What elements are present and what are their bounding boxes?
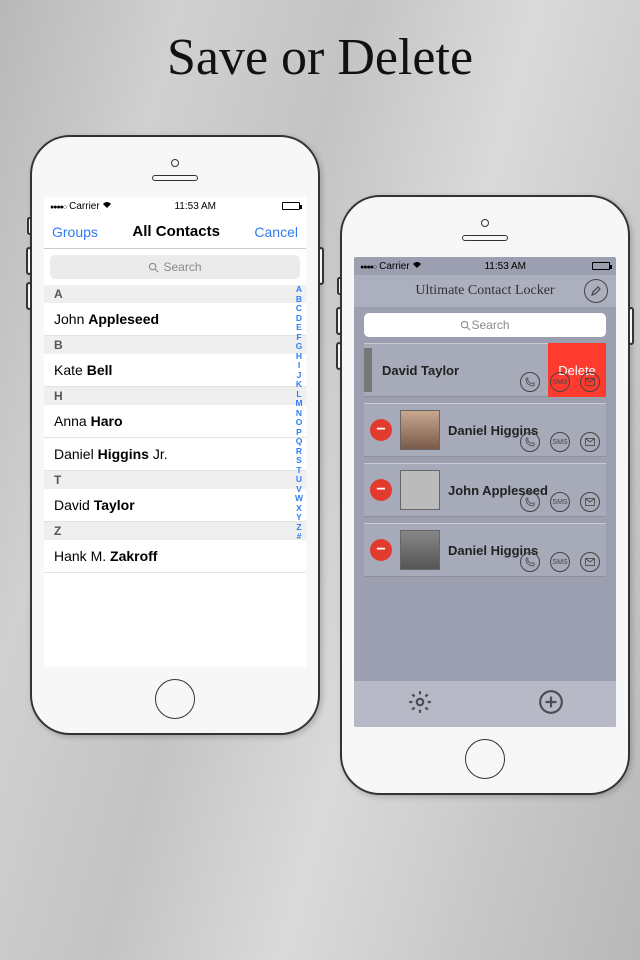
contact-row[interactable]: Anna Haro (44, 405, 306, 438)
carrier-label: Carrier (50, 201, 112, 212)
app-header: Ultimate Contact Locker (354, 275, 616, 307)
groups-button[interactable]: Groups (52, 224, 98, 240)
sms-button[interactable]: SMS (550, 432, 570, 452)
phone-icon (525, 497, 535, 507)
remove-button[interactable]: − (370, 419, 392, 441)
call-button[interactable] (520, 492, 540, 512)
section-header: A (44, 285, 306, 303)
envelope-icon (585, 438, 595, 446)
locker-contact-card[interactable]: −Daniel HigginsSMS (364, 523, 606, 577)
status-time: 11:53 AM (422, 261, 588, 272)
email-button[interactable] (580, 492, 600, 512)
envelope-icon (585, 498, 595, 506)
search-placeholder: Search (471, 318, 509, 332)
remove-button[interactable]: − (370, 479, 392, 501)
navbar: Groups All Contacts Cancel (44, 215, 306, 249)
contacts-list[interactable]: AJohn AppleseedBKate BellHAnna HaroDanie… (44, 285, 306, 573)
settings-button[interactable] (407, 689, 433, 720)
section-header: T (44, 471, 306, 489)
locker-list[interactable]: David TaylorSMSDelete−Daniel HigginsSMS−… (354, 343, 616, 577)
email-button[interactable] (580, 372, 600, 392)
call-button[interactable] (520, 552, 540, 572)
phone-frame-left: Carrier 11:53 AM Groups All Contacts Can… (30, 135, 320, 735)
phone-icon (525, 377, 535, 387)
status-bar: Carrier 11:53 AM (354, 257, 616, 275)
screen-contacts: Carrier 11:53 AM Groups All Contacts Can… (44, 197, 306, 667)
locker-contact-card[interactable]: −John AppleseedSMS (364, 463, 606, 517)
status-time: 11:53 AM (112, 201, 278, 212)
section-header: H (44, 387, 306, 405)
search-icon (460, 320, 471, 331)
add-button[interactable] (538, 689, 564, 720)
contact-row[interactable]: Hank M. Zakroff (44, 540, 306, 573)
search-icon (148, 262, 159, 273)
phone-icon (525, 557, 535, 567)
sms-button[interactable]: SMS (550, 492, 570, 512)
contact-row[interactable]: John Appleseed (44, 303, 306, 336)
envelope-icon (585, 378, 595, 386)
call-button[interactable] (520, 372, 540, 392)
contact-row[interactable]: David Taylor (44, 489, 306, 522)
email-button[interactable] (580, 552, 600, 572)
marketing-title: Save or Delete (0, 0, 640, 87)
avatar (400, 530, 440, 570)
section-index[interactable]: ABCDEFGHIJKLMNOPQRSTUVWXYZ# (293, 285, 305, 573)
battery-icon (282, 202, 300, 210)
pencil-icon (590, 285, 602, 297)
locker-contact-card[interactable]: −Daniel HigginsSMS (364, 403, 606, 457)
cancel-button[interactable]: Cancel (254, 224, 298, 240)
phone-frame-right: Carrier 11:53 AM Ultimate Contact Locker… (340, 195, 630, 795)
page-title: All Contacts (132, 223, 220, 240)
locker-contact-card[interactable]: David TaylorSMSDelete (364, 343, 606, 397)
contact-row[interactable]: Daniel Higgins Jr. (44, 438, 306, 471)
search-placeholder: Search (163, 260, 201, 274)
phone-icon (525, 437, 535, 447)
sms-button[interactable]: SMS (550, 552, 570, 572)
envelope-icon (585, 558, 595, 566)
edit-button[interactable] (584, 279, 608, 303)
search-input[interactable]: Search (364, 313, 606, 337)
plus-circle-icon (538, 689, 564, 715)
section-header: B (44, 336, 306, 354)
home-button[interactable] (155, 679, 195, 719)
app-title: Ultimate Contact Locker (415, 283, 554, 299)
sms-button[interactable]: SMS (550, 372, 570, 392)
tab-bar (354, 681, 616, 727)
carrier-label: Carrier (360, 261, 422, 272)
screen-locker: Carrier 11:53 AM Ultimate Contact Locker… (354, 257, 616, 727)
gear-icon (407, 689, 433, 715)
remove-button[interactable]: − (370, 539, 392, 561)
avatar (400, 470, 440, 510)
home-button[interactable] (465, 739, 505, 779)
avatar (400, 410, 440, 450)
contact-row[interactable]: Kate Bell (44, 354, 306, 387)
section-header: Z (44, 522, 306, 540)
avatar-edge (364, 348, 372, 392)
battery-icon (592, 262, 610, 270)
search-input[interactable]: Search (50, 255, 300, 279)
status-bar: Carrier 11:53 AM (44, 197, 306, 215)
email-button[interactable] (580, 432, 600, 452)
call-button[interactable] (520, 432, 540, 452)
